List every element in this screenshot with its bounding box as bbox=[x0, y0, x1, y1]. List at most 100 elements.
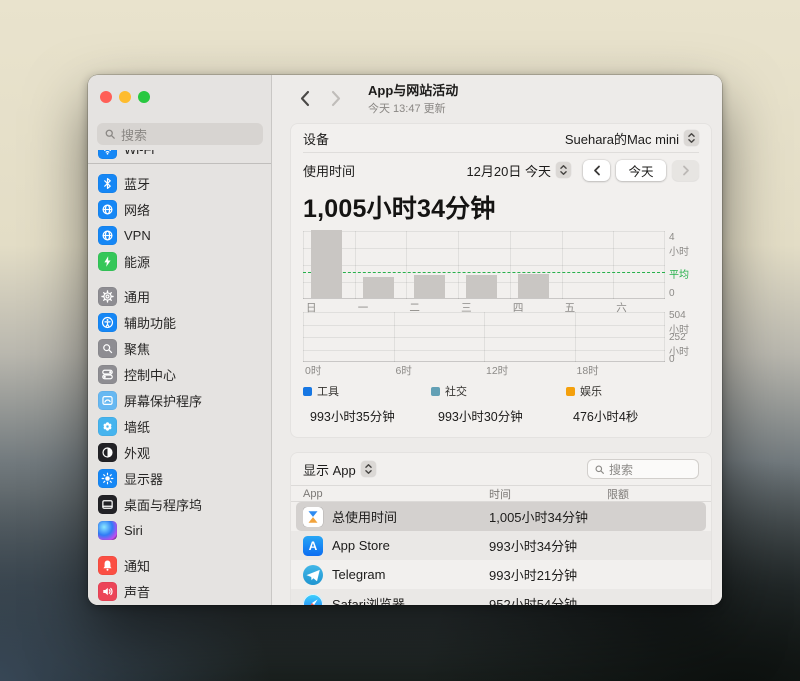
content-header: App与网站活动 今天 13:47 更新 bbox=[272, 75, 722, 117]
sidebar-item-screensaver[interactable]: 屏幕保护程序 bbox=[95, 387, 264, 413]
apps-controls: 显示 App 搜索 bbox=[291, 453, 711, 485]
weekly-usage-chart[interactable]: 日一二三四五六 4 小时 平均 0 bbox=[303, 230, 699, 314]
table-row[interactable]: Safari浏览器 952小时54分钟 bbox=[291, 589, 711, 605]
sidebar-item-appearance[interactable]: 外观 bbox=[95, 439, 264, 465]
chevron-right-icon bbox=[331, 90, 340, 106]
vpn-icon bbox=[98, 225, 117, 245]
table-row[interactable]: Telegram 993小时21分钟 bbox=[291, 560, 711, 589]
weekly-y-tick: 平均 bbox=[669, 269, 689, 281]
sidebar-item-bluetooth[interactable]: 蓝牙 bbox=[95, 170, 264, 196]
table-row[interactable]: 总使用时间 1,005小时34分钟 bbox=[296, 502, 706, 531]
sidebar-item-bolt[interactable]: 能源 bbox=[95, 248, 264, 274]
usage-time-row: 使用时间 12月20日 今天 今天 bbox=[291, 153, 711, 187]
weekly-y-tick: 0 bbox=[669, 288, 675, 299]
device-popup[interactable]: Suehara的Mac mini bbox=[565, 129, 699, 148]
weekly-chart-plot[interactable] bbox=[303, 230, 665, 299]
sidebar-item-label: 通知 bbox=[124, 558, 151, 574]
sidebar-search-field[interactable]: 搜索 bbox=[97, 123, 263, 145]
weekly-bar[interactable] bbox=[414, 274, 446, 298]
stepper-chevrons-icon bbox=[556, 162, 571, 178]
globe-icon bbox=[98, 199, 117, 219]
previous-day-button[interactable] bbox=[583, 159, 610, 181]
apps-search-field[interactable]: 搜索 bbox=[587, 459, 699, 479]
sidebar-list: Wi-Fi 蓝牙网络 VPN 能源通用辅助功能聚焦控制中心屏幕保护程序墙纸外观显示器桌… bbox=[88, 150, 271, 605]
total-usage-time: 1,005小时34分钟 bbox=[303, 195, 496, 223]
today-button[interactable]: 今天 bbox=[616, 159, 666, 181]
bell-icon bbox=[98, 555, 117, 575]
sidebar-item-label: 蓝牙 bbox=[124, 176, 151, 192]
legend-total: 476小时4秒 bbox=[573, 410, 639, 424]
sidebar-item-globe[interactable]: 网络 bbox=[95, 196, 264, 222]
sidebar-item-dock[interactable]: 桌面与程序坞 bbox=[95, 491, 264, 517]
chevron-left-icon bbox=[593, 165, 600, 175]
hourly-y-tick: 252 bbox=[669, 332, 686, 343]
legend-swatch-icon bbox=[303, 386, 312, 396]
toggles-icon bbox=[98, 364, 117, 384]
sidebar-search-placeholder: 搜索 bbox=[121, 127, 148, 143]
apps-card: 显示 App 搜索 App 时间 限额 总使用时间 1,005小时34分钟 A App S… bbox=[290, 452, 712, 605]
minimize-window-button[interactable] bbox=[119, 91, 131, 103]
hourly-chart-y-labels: 504 小时 252 小时 0 bbox=[667, 310, 699, 365]
back-button[interactable] bbox=[294, 87, 314, 109]
app-name: Telegram bbox=[332, 567, 386, 582]
legend-label: 娱乐 bbox=[580, 386, 602, 398]
apps-search-placeholder: 搜索 bbox=[609, 462, 634, 477]
sidebar-item-vpn[interactable]: VPN bbox=[95, 222, 264, 248]
sidebar-item-toggles[interactable]: 控制中心 bbox=[95, 361, 264, 387]
wifi-icon bbox=[98, 150, 117, 159]
sidebar-item-label: 控制中心 bbox=[124, 367, 177, 383]
next-day-button[interactable] bbox=[672, 159, 699, 181]
sidebar-item-sun[interactable]: 显示器 bbox=[95, 465, 264, 491]
sidebar-item-label: 辅助功能 bbox=[124, 315, 177, 331]
search-icon bbox=[595, 464, 604, 474]
sidebar-item-label: 声音 bbox=[124, 584, 151, 600]
hourly-chart-plot[interactable] bbox=[303, 312, 665, 362]
sidebar-item-label: 网络 bbox=[124, 202, 151, 218]
legend-swatch-icon bbox=[431, 386, 440, 396]
sidebar-item-flower[interactable]: 墙纸 bbox=[95, 413, 264, 439]
hourly-usage-chart[interactable]: 0时 6时 12时 18时 504 小时 252 小时 0 bbox=[303, 310, 699, 377]
usage-time-label: 使用时间 bbox=[303, 163, 356, 179]
app-name: Safari浏览器 bbox=[332, 597, 405, 605]
weekly-bar[interactable] bbox=[362, 276, 394, 298]
sidebar-item-bell[interactable]: 通知 bbox=[95, 552, 264, 578]
weekly-bar[interactable] bbox=[311, 230, 342, 298]
sidebar-item-wifi[interactable]: Wi-Fi bbox=[95, 150, 264, 162]
app-time: 952小时54分钟 bbox=[489, 597, 578, 605]
sidebar-scroll-divider bbox=[88, 163, 271, 164]
forward-button[interactable] bbox=[326, 87, 346, 109]
sidebar-item-accessibility[interactable]: 辅助功能 bbox=[95, 309, 264, 335]
magnifier-icon bbox=[98, 338, 117, 358]
close-window-button[interactable] bbox=[100, 91, 112, 103]
app-time: 993小时21分钟 bbox=[489, 568, 578, 583]
sidebar-item-gear[interactable]: 通用 bbox=[95, 283, 264, 309]
zoom-window-button[interactable] bbox=[138, 91, 150, 103]
siri-icon bbox=[98, 520, 117, 540]
speaker-icon bbox=[98, 581, 117, 601]
category-legend: 工具 993小时35分钟 社交 993小时30分钟 娱乐 476小时4秒 bbox=[291, 377, 711, 437]
hourly-x-tick: 0时 bbox=[305, 365, 322, 377]
weekly-bar[interactable] bbox=[466, 274, 498, 298]
search-icon bbox=[105, 129, 115, 139]
chevron-right-icon bbox=[682, 165, 689, 175]
date-popup[interactable]: 12月20日 今天 bbox=[466, 161, 571, 180]
sidebar-item-label: 通用 bbox=[124, 289, 151, 305]
sidebar-item-label: 聚焦 bbox=[124, 341, 151, 357]
bluetooth-icon bbox=[98, 173, 117, 193]
hourly-x-tick: 18时 bbox=[576, 365, 599, 377]
sidebar-item-speaker[interactable]: 声音 bbox=[95, 578, 264, 604]
table-row[interactable]: A App Store 993小时34分钟 bbox=[291, 531, 711, 560]
sidebar-item-magnifier[interactable]: 聚焦 bbox=[95, 335, 264, 361]
sidebar-item-siri[interactable]: Siri bbox=[95, 517, 264, 543]
hourly-y-tick: 504 bbox=[669, 310, 686, 321]
app-name: 总使用时间 bbox=[332, 510, 398, 525]
weekly-bar[interactable] bbox=[517, 273, 549, 298]
legend-item: 社交 993小时30分钟 bbox=[431, 383, 566, 425]
show-app-popup[interactable]: 显示 App bbox=[303, 460, 376, 479]
device-row: 设备 Suehara的Mac mini bbox=[291, 124, 711, 152]
sidebar-item-label: 桌面与程序坞 bbox=[124, 497, 203, 513]
flower-icon bbox=[98, 416, 117, 436]
weekly-y-tick: 4 bbox=[669, 232, 675, 243]
sidebar-item-label: Siri bbox=[124, 522, 143, 538]
traffic-lights bbox=[100, 91, 150, 103]
